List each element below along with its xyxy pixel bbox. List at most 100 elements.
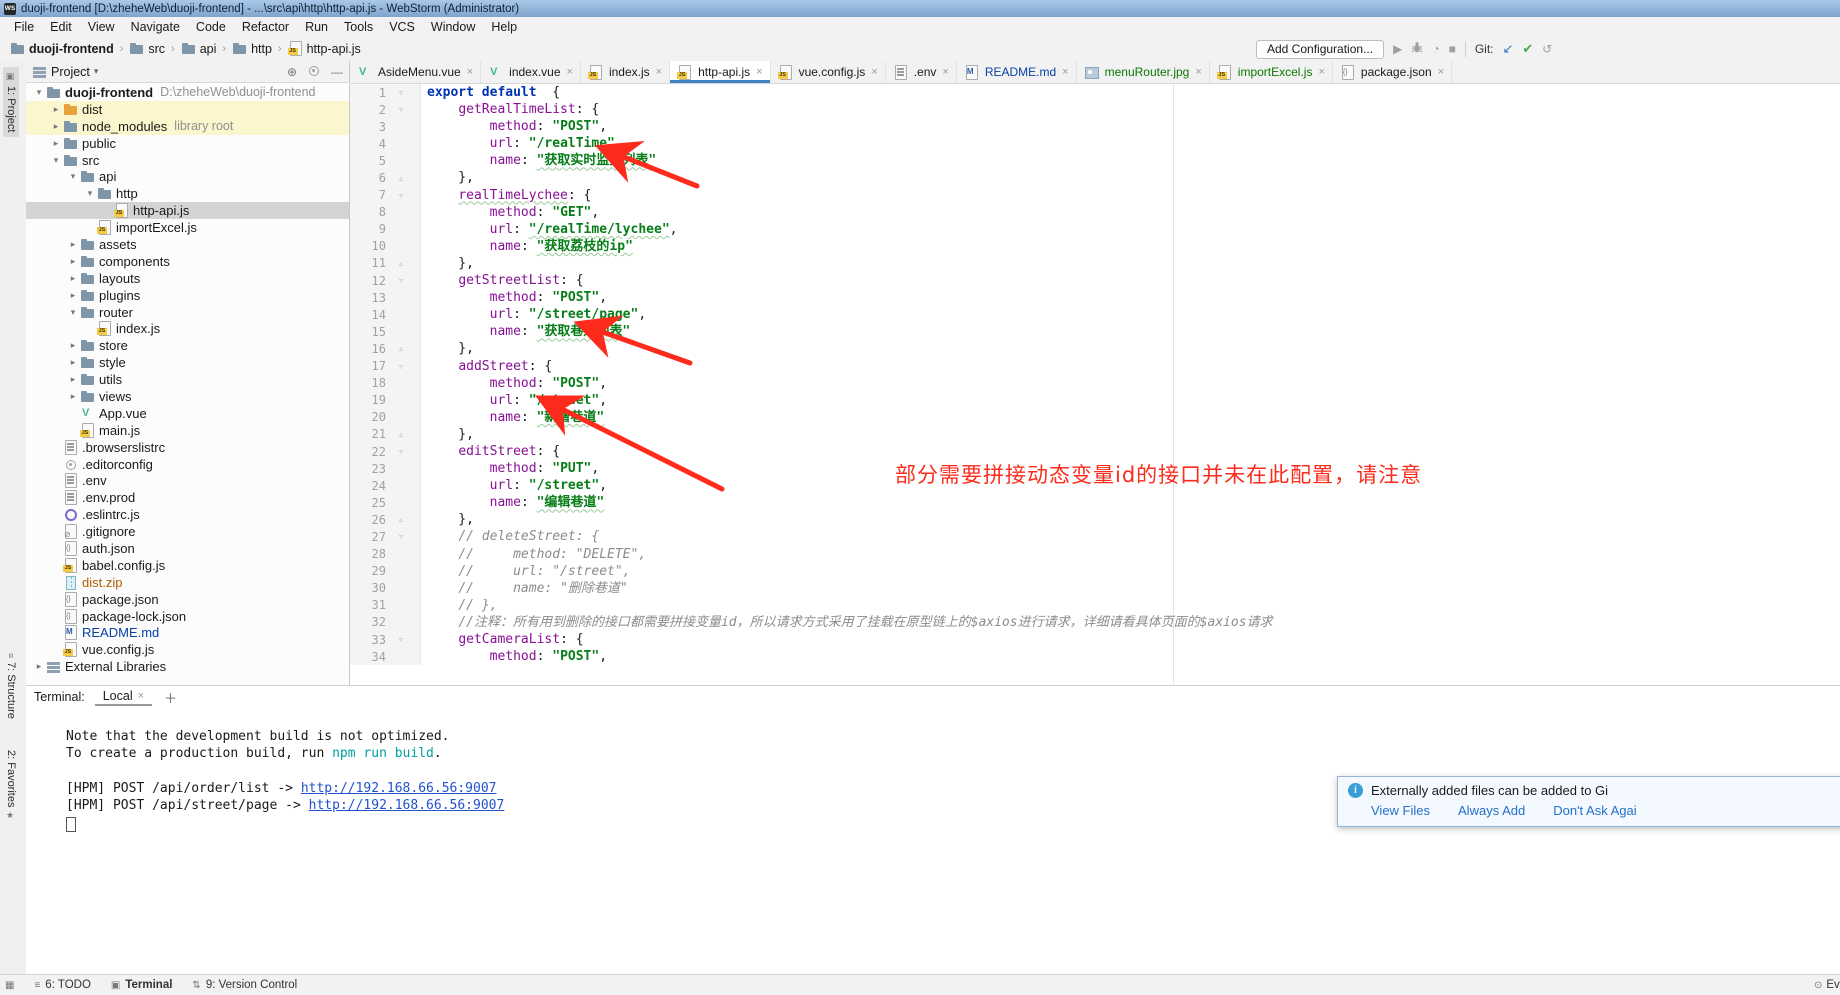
tab-env[interactable]: .env× (886, 61, 957, 83)
project-panel-title[interactable]: Project (51, 65, 90, 79)
code-line[interactable]: 30 // name: "删除巷道" (350, 580, 1840, 597)
tab-importexcel-js[interactable]: JSimportExcel.js× (1210, 61, 1333, 83)
code-line[interactable]: 8 method: "GET", (350, 204, 1840, 221)
expand-arrow-icon[interactable]: ▸ (66, 290, 80, 301)
code-line[interactable]: 16▵ }, (350, 340, 1840, 357)
tree-item-public[interactable]: ▸public (26, 135, 349, 152)
code-line[interactable]: 17▿ addStreet: { (350, 358, 1840, 375)
tree-item-node-modules[interactable]: ▸node_moduleslibrary root (26, 118, 349, 135)
code-line[interactable]: 31 // }, (350, 597, 1840, 614)
tab-index-vue[interactable]: Vindex.vue× (481, 61, 581, 83)
tree-item-env-prod[interactable]: .env.prod (26, 489, 349, 506)
history-icon[interactable]: ↺ (1542, 40, 1552, 58)
git-commit-icon[interactable]: ✔ (1522, 40, 1533, 58)
close-tab-icon[interactable]: × (1062, 66, 1068, 78)
menu-tools[interactable]: Tools (336, 19, 381, 35)
notification-link-view-files[interactable]: View Files (1371, 803, 1430, 818)
close-tab-icon[interactable]: × (1195, 66, 1201, 78)
close-tab-icon[interactable]: × (467, 66, 473, 78)
tree-item-gitignore[interactable]: ⊘.gitignore (26, 523, 349, 540)
menu-window[interactable]: Window (423, 19, 483, 35)
tree-item-router[interactable]: ▾router (26, 304, 349, 321)
menu-vcs[interactable]: VCS (381, 19, 423, 35)
notification-popup[interactable]: i Externally added files can be added to… (1337, 776, 1840, 827)
fold-marker-icon[interactable]: ▵ (386, 174, 416, 183)
tree-item-external-libraries[interactable]: ▸External Libraries (26, 658, 349, 675)
tree-item-duoji-frontend[interactable]: ▾duoji-frontendD:\zheheWeb\duoji-fronten… (26, 84, 349, 101)
expand-arrow-icon[interactable]: ▸ (66, 374, 80, 385)
tree-item-style[interactable]: ▸style (26, 354, 349, 371)
fold-marker-icon[interactable]: ▵ (386, 515, 416, 524)
status-bar-right[interactable]: ⊙ Ev (1814, 979, 1840, 991)
new-terminal-icon[interactable]: ＋ (164, 688, 177, 707)
code-line[interactable]: 6▵ }, (350, 169, 1840, 186)
terminal-tab-local[interactable]: Local × (95, 688, 152, 706)
fold-marker-icon[interactable]: ▵ (386, 430, 416, 439)
expand-arrow-icon[interactable]: ▸ (49, 121, 63, 132)
fold-marker-icon[interactable]: ▿ (386, 447, 416, 456)
tab-readme-md[interactable]: MREADME.md× (957, 61, 1077, 83)
code-line[interactable]: 32 //注释：所有用到删除的接口都需要拼接变量id，所以请求方式采用了挂载在原… (350, 614, 1840, 631)
code-line[interactable]: 15 name: "获取巷道列表" (350, 323, 1840, 340)
tree-item-plugins[interactable]: ▸plugins (26, 287, 349, 304)
menu-code[interactable]: Code (188, 19, 234, 35)
code-line[interactable]: 22▿ editStreet: { (350, 443, 1840, 460)
tree-item-http[interactable]: ▾http (26, 185, 349, 202)
expand-arrow-icon[interactable]: ▾ (66, 171, 80, 182)
code-line[interactable]: 9 url: "/realTime/lychee", (350, 221, 1840, 238)
hide-panel-icon[interactable]: — (331, 65, 343, 79)
expand-arrow-icon[interactable]: ▸ (66, 357, 80, 368)
status-item-6-todo[interactable]: ≡6: TODO (34, 979, 90, 991)
tree-item-views[interactable]: ▸views (26, 388, 349, 405)
close-tab-icon[interactable]: × (1438, 66, 1444, 78)
code-line[interactable]: 11▵ }, (350, 255, 1840, 272)
breadcrumb-item-http-api-js[interactable]: JShttp-api.js (286, 40, 363, 57)
git-update-icon[interactable]: ↙ (1502, 40, 1513, 58)
menu-view[interactable]: View (80, 19, 123, 35)
expand-arrow-icon[interactable]: ▸ (66, 391, 80, 402)
profiler-icon[interactable]: ◔ (1432, 40, 1439, 58)
run-icon[interactable]: ▶ (1393, 40, 1402, 58)
fold-marker-icon[interactable]: ▵ (386, 344, 416, 353)
tree-item-babel-config-js[interactable]: JSbabel.config.js (26, 557, 349, 574)
tree-item-editorconfig[interactable]: .editorconfig (26, 456, 349, 473)
project-tree[interactable]: ▾duoji-frontendD:\zheheWeb\duoji-fronten… (26, 84, 350, 685)
expand-arrow-icon[interactable]: ▾ (49, 155, 63, 166)
code-line[interactable]: 20 name: "新增巷道" (350, 409, 1840, 426)
code-line[interactable]: 29 // url: "/street", (350, 563, 1840, 580)
code-line[interactable]: 1▿export default { (350, 84, 1840, 101)
menu-help[interactable]: Help (483, 19, 525, 35)
expand-arrow-icon[interactable]: ▸ (66, 273, 80, 284)
tree-item-layouts[interactable]: ▸layouts (26, 270, 349, 287)
close-tab-icon[interactable]: × (656, 66, 662, 78)
tree-item-package-json[interactable]: {}package.json (26, 591, 349, 608)
close-tab-icon[interactable]: × (756, 66, 762, 78)
locate-file-icon[interactable]: ⊕ (287, 65, 297, 79)
tab-vue-config-js[interactable]: JSvue.config.js× (771, 61, 886, 83)
terminal-link[interactable]: http://192.168.66.56:9007 (309, 798, 505, 813)
expand-arrow-icon[interactable]: ▾ (32, 87, 46, 98)
code-line[interactable]: 4 url: "/realTime", (350, 135, 1840, 152)
code-line[interactable]: 25 name: "编辑巷道" (350, 494, 1840, 511)
code-line[interactable]: 14 url: "/street/page", (350, 306, 1840, 323)
code-line[interactable]: 7▿ realTimeLychee: { (350, 187, 1840, 204)
add-configuration-button[interactable]: Add Configuration... (1256, 40, 1384, 59)
expand-arrow-icon[interactable]: ▸ (66, 340, 80, 351)
settings-gear-icon[interactable] (306, 63, 322, 81)
expand-arrow-icon[interactable]: ▸ (32, 661, 46, 672)
stop-icon[interactable]: ■ (1449, 40, 1456, 58)
status-item-terminal[interactable]: ▣Terminal (111, 979, 173, 991)
tree-item-components[interactable]: ▸components (26, 253, 349, 270)
close-tab-icon[interactable]: × (871, 66, 877, 78)
tree-item-http-api-js[interactable]: JShttp-api.js (26, 202, 349, 219)
tree-item-readme-md[interactable]: MREADME.md (26, 625, 349, 642)
tree-item-dist[interactable]: ▸dist (26, 101, 349, 118)
tree-item-assets[interactable]: ▸assets (26, 236, 349, 253)
close-terminal-tab-icon[interactable]: × (138, 690, 144, 702)
tab-http-api-js[interactable]: JShttp-api.js× (670, 61, 770, 83)
breadcrumb-item-src[interactable]: src (127, 40, 167, 57)
menu-file[interactable]: File (6, 19, 42, 35)
fold-marker-icon[interactable]: ▿ (386, 362, 416, 371)
tree-item-api[interactable]: ▾api (26, 168, 349, 185)
code-line[interactable]: 19 url: "/street", (350, 392, 1840, 409)
